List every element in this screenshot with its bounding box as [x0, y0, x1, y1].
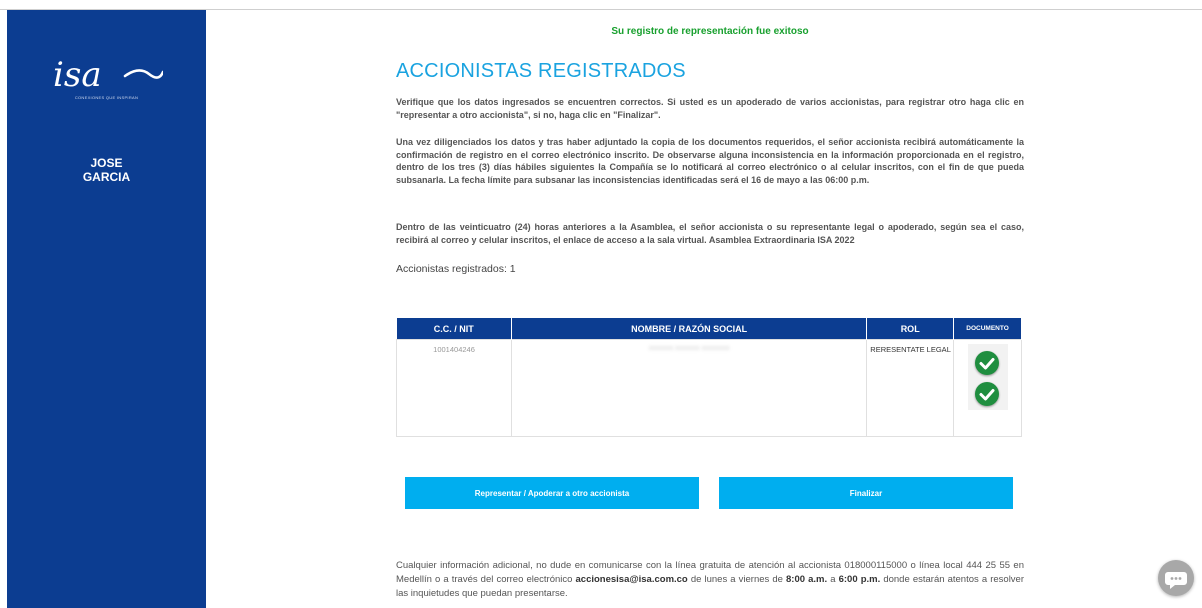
footer-text-2: de lunes a viernes de: [687, 574, 787, 585]
cell-name: xxxxxxx xxxxxxx xxxxxxxx: [511, 339, 868, 437]
logo-tagline: CONEXIONES QUE INSPIRAN: [74, 95, 139, 100]
hours-start: 8:00 a.m.: [786, 574, 828, 585]
header-rol: ROL: [866, 318, 955, 340]
instructions-paragraph-1: Verifique que los datos ingresados se en…: [396, 97, 1024, 120]
hours-end: 6:00 p.m.: [838, 574, 881, 585]
success-message: Su registro de representación fue exitos…: [611, 26, 809, 37]
user-first-name: JOSE: [90, 156, 123, 170]
shareholders-table: C.C. / NIT NOMBRE / RAZÓN SOCIAL ROL DOC…: [395, 318, 1022, 437]
header-name: NOMBRE / RAZÓN SOCIAL: [511, 318, 868, 340]
instructions-paragraph-3: Dentro de las veinticuatro (24) horas an…: [396, 222, 1024, 245]
sidebar: isa CONEXIONES QUE INSPIRAN JOSE GARCIA: [7, 10, 206, 608]
check-icon[interactable]: [974, 351, 999, 375]
header-id: C.C. / NIT: [396, 318, 513, 340]
logo-text: isa: [53, 55, 102, 95]
instructions-paragraph-2: Una vez diligenciados los datos y tras h…: [396, 137, 1024, 185]
cell-id: 1001404246: [395, 339, 513, 437]
cell-rol: RERESENTATE LEGAL: [866, 339, 955, 437]
user-last-name: GARCIA: [82, 170, 131, 184]
user-name: JOSE GARCIA: [7, 156, 206, 184]
cell-documents: [953, 339, 1022, 437]
contact-email: accionesisa@isa.com.co: [575, 574, 688, 585]
footer-contact-text: Cualquier información adicional, no dude…: [396, 559, 1024, 601]
registered-count: Accionistas registrados: 1: [396, 263, 516, 275]
documents-box: [967, 344, 1008, 410]
finish-button[interactable]: Finalizar: [719, 477, 1013, 509]
footer-text-3: a: [827, 574, 839, 585]
page-title: ACCIONISTAS REGISTRADOS: [396, 60, 686, 82]
isa-logo: isa: [53, 50, 165, 100]
top-border: [0, 0, 1202, 10]
chat-icon[interactable]: [1158, 560, 1194, 596]
check-icon[interactable]: [974, 382, 999, 406]
header-document: DOCUMENTO: [953, 318, 1022, 340]
table-row: 1001404246 xxxxxxx xxxxxxx xxxxxxxx RERE…: [395, 339, 1022, 437]
represent-another-button[interactable]: Representar / Apoderar a otro accionista: [405, 477, 699, 509]
